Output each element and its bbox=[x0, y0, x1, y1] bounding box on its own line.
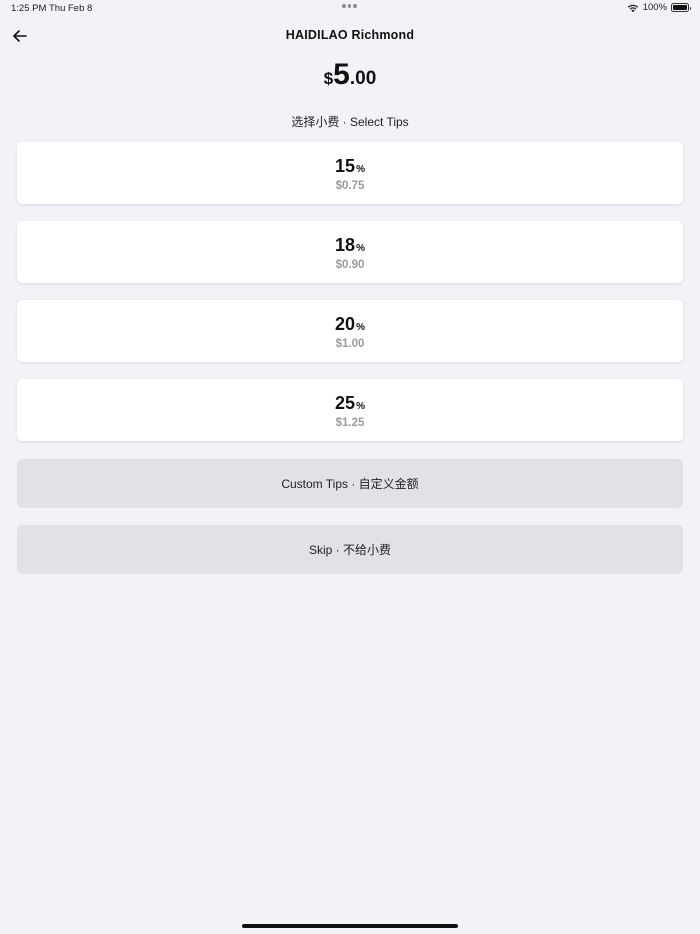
tip-option-18[interactable]: 18% $0.90 bbox=[17, 221, 683, 283]
wifi-icon bbox=[627, 4, 638, 12]
tip-amount: $1.25 bbox=[335, 417, 365, 429]
tip-percent-value: 18 bbox=[335, 235, 356, 255]
percent-sign: % bbox=[356, 243, 365, 254]
status-time: 1:25 PM bbox=[11, 3, 47, 14]
status-right: 100% bbox=[627, 2, 691, 13]
tip-amount: $0.90 bbox=[335, 259, 365, 271]
tip-option-20[interactable]: 20% $1.00 bbox=[17, 300, 683, 362]
multitasking-dots-icon[interactable] bbox=[342, 4, 357, 8]
nav-bar: HAIDILAO Richmond bbox=[0, 22, 700, 50]
page-title: HAIDILAO Richmond bbox=[285, 28, 415, 42]
amount-cents: .00 bbox=[349, 68, 377, 89]
amount-currency: $ bbox=[323, 69, 334, 88]
battery-percent: 100% bbox=[642, 2, 667, 13]
tip-percent: 25% bbox=[17, 393, 683, 414]
percent-sign: % bbox=[356, 322, 365, 333]
status-bar: 1:25 PM Thu Feb 8 100% bbox=[0, 0, 700, 18]
amount-whole: 5 bbox=[333, 58, 350, 91]
tip-percent: 18% bbox=[17, 235, 683, 256]
tip-amount: $0.75 bbox=[335, 180, 365, 192]
select-tips-label: 选择小费 · Select Tips bbox=[291, 115, 409, 129]
tip-selection-screen: 1:25 PM Thu Feb 8 100% HAIDILAO Richmond… bbox=[0, 0, 700, 934]
tip-percent-value: 20 bbox=[335, 314, 356, 334]
skip-tips-button[interactable]: Skip · 不给小费 bbox=[17, 525, 683, 574]
tip-percent-value: 15 bbox=[335, 156, 356, 176]
tip-option-15[interactable]: 15% $0.75 bbox=[17, 142, 683, 204]
percent-sign: % bbox=[356, 164, 365, 175]
battery-icon bbox=[671, 3, 691, 12]
custom-tips-button[interactable]: Custom Tips · 自定义金额 bbox=[17, 459, 683, 508]
tip-percent-value: 25 bbox=[335, 393, 356, 413]
tip-amount: $1.00 bbox=[335, 338, 365, 350]
tip-option-25[interactable]: 25% $1.25 bbox=[17, 379, 683, 441]
status-date: Thu Feb 8 bbox=[49, 3, 93, 14]
tip-percent: 15% bbox=[17, 156, 683, 177]
tip-percent: 20% bbox=[17, 314, 683, 335]
total-amount: $5.00 bbox=[0, 58, 700, 92]
percent-sign: % bbox=[356, 401, 365, 412]
home-indicator[interactable] bbox=[242, 924, 458, 928]
